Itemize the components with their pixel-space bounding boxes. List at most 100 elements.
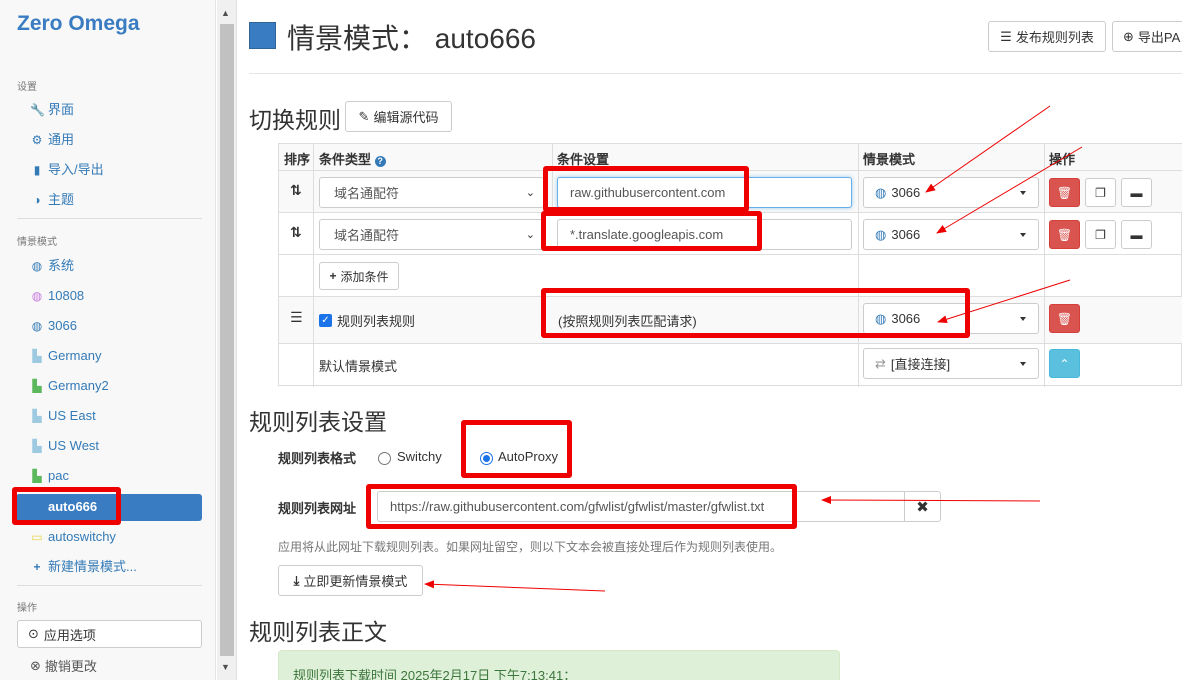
sidebar-item-label: 系统 [48, 258, 75, 273]
sidebar-item-general[interactable]: ⚙ 通用 [30, 128, 74, 152]
rule-list-url-label: 规则列表网址 [278, 501, 357, 516]
floppy-icon: ▮ [33, 163, 41, 177]
caret-down-icon [1020, 191, 1026, 195]
row-line [279, 212, 1182, 213]
sidebar-item-germany2[interactable]: ▙ Germany2 [30, 374, 109, 398]
apply-label: 应用选项 [43, 627, 96, 643]
contrast-icon: ◑ [33, 193, 41, 207]
sidebar-item-auto666[interactable]: ☰ auto666 [30, 495, 98, 519]
add-condition-button[interactable]: + 添加条件 [319, 262, 399, 290]
scroll-down-icon[interactable]: ▼ [221, 662, 230, 672]
file-icon: ▙ [32, 349, 42, 363]
profile-dropdown[interactable]: ◍ 3066 [863, 219, 1039, 250]
input-value: *.translate.googleapis.com [570, 227, 724, 242]
scroll-up-icon[interactable]: ▲ [221, 8, 230, 18]
dropdown-value: 3066 [891, 227, 921, 242]
new-profile-link[interactable]: + 新建情景模式... [30, 555, 137, 579]
rule-list-url-input[interactable]: https://raw.githubusercontent.com/gfwlis… [377, 491, 905, 522]
download-time-text: 规则列表下载时间 2025年2月17日 下午7:13:41： [293, 668, 577, 680]
format-radio-autoproxy[interactable] [480, 452, 493, 465]
exchange-icon: ⇄ [875, 355, 886, 371]
default-profile-label: 默认情景模式 [319, 359, 398, 374]
row-line [279, 296, 1182, 297]
sidebar-item-pac[interactable]: ▙ pac [30, 464, 69, 488]
sidebar-item-label: auto666 [48, 499, 98, 514]
help-icon[interactable]: ? [374, 156, 386, 167]
apply-options-button[interactable]: ⊙ 应用选项 [17, 620, 202, 648]
profile-color-swatch[interactable] [249, 22, 276, 49]
sidebar-item-label: 界面 [48, 102, 75, 117]
sort-handle-icon[interactable]: ⇅ [290, 224, 302, 241]
sidebar-item-label: US West [48, 438, 100, 453]
delete-rule-button[interactable]: 🗑 [1049, 178, 1080, 207]
sidebar-item-theme[interactable]: ◑ 主题 [30, 188, 74, 212]
clear-url-button[interactable]: ✖ [904, 491, 941, 522]
collapse-button[interactable]: ⌃ [1049, 349, 1080, 378]
dropdown-value: 3066 [891, 185, 921, 200]
sidebar-item-10808[interactable]: ◍ 10808 [30, 284, 84, 308]
condition-type-select[interactable]: 域名通配符 ⌄ [319, 219, 544, 250]
divider [249, 73, 1182, 74]
sidebar-item-label: 新建情景模式... [48, 559, 137, 574]
col-label: 条件类型 [319, 152, 372, 167]
sort-handle-icon[interactable]: ⇅ [290, 182, 302, 199]
file-icon: ▙ [32, 469, 42, 483]
profile-dropdown[interactable]: ◍ 3066 [863, 177, 1039, 208]
col-line [552, 144, 553, 213]
chevron-down-icon: ⌄ [525, 229, 535, 241]
clone-rule-button[interactable]: ❐ [1085, 220, 1116, 249]
update-now-button[interactable]: ⤓ 立即更新情景模式 [278, 565, 423, 596]
update-label: 立即更新情景模式 [303, 574, 408, 589]
default-profile-dropdown[interactable]: ⇄ [直接连接] [863, 348, 1039, 379]
sidebar-item-autoswitchy[interactable]: ▭ autoswitchy [30, 525, 116, 549]
sidebar-item-germany[interactable]: ▙ Germany [30, 344, 101, 368]
condition-type-select[interactable]: 域名通配符 ⌄ [319, 177, 544, 208]
export-pac-button[interactable]: ⊕ 导出PA [1112, 21, 1182, 52]
sidebar-item-label: pac [48, 468, 69, 483]
copy-icon: ❐ [1095, 227, 1106, 242]
sidebar-item-us-west[interactable]: ▙ US West [30, 434, 99, 458]
rule-list-checkbox[interactable]: ✓ [319, 314, 332, 327]
globe-icon: ◍ [875, 226, 887, 242]
edit-source-button[interactable]: ✎ 编辑源代码 [345, 101, 452, 132]
delete-rule-button[interactable]: 🗑 [1049, 220, 1080, 249]
trash-icon: 🗑 [1056, 185, 1073, 200]
rule-list-profile-dropdown[interactable]: ◍ 3066 [863, 303, 1039, 334]
condition-value-input[interactable]: raw.githubusercontent.com [557, 177, 852, 208]
rule-list-label: 规则列表规则 [337, 314, 416, 329]
sidebar-item-import-export[interactable]: ▮ 导入/导出 [30, 158, 104, 182]
sidebar-item-us-east[interactable]: ▙ US East [30, 404, 96, 428]
scroll-thumb[interactable] [220, 24, 234, 656]
discard-changes-link[interactable]: ⊗ 撤销更改 [30, 656, 97, 675]
dropdown-value: 3066 [891, 311, 921, 326]
sidebar-item-label: Germany2 [48, 378, 109, 393]
sidebar-item-label: 导入/导出 [48, 162, 104, 177]
comment-rule-button[interactable]: ▬ [1121, 220, 1152, 249]
list-icon: ☰ [31, 500, 43, 514]
page-title: 情景模式： auto666 [287, 23, 536, 54]
comment-rule-button[interactable]: ▬ [1121, 178, 1152, 207]
comment-icon: ▬ [1130, 185, 1143, 200]
sidebar-item-label: autoswitchy [48, 529, 116, 544]
caret-down-icon [1020, 317, 1026, 321]
sidebar-item-interface[interactable]: 🔧 界面 [30, 98, 74, 122]
delete-rule-list-button[interactable]: 🗑 [1049, 304, 1080, 333]
dropdown-value: [直接连接] [890, 357, 951, 372]
comment-icon: ▬ [1130, 227, 1143, 242]
format-option-switchy[interactable]: Switchy [397, 449, 442, 464]
publish-rule-list-button[interactable]: ☰ 发布规则列表 [988, 21, 1106, 52]
format-option-autoproxy[interactable]: AutoProxy [498, 449, 558, 464]
export-label: 导出PA [1137, 30, 1181, 45]
file-icon: ▙ [32, 439, 42, 453]
clone-rule-button[interactable]: ❐ [1085, 178, 1116, 207]
condition-value-input[interactable]: *.translate.googleapis.com [557, 219, 852, 250]
annotation-arrow [424, 580, 606, 592]
sidebar-item-3066[interactable]: ◍ 3066 [30, 314, 77, 338]
sidebar-item-system[interactable]: ◍ 系统 [30, 254, 74, 278]
rule-list-desc: (按照规则列表匹配请求) [558, 314, 697, 329]
format-radio-switchy[interactable] [378, 452, 391, 465]
sidebar-item-label: US East [48, 408, 96, 423]
scrollbar[interactable]: ▲ ▼ [217, 0, 237, 680]
globe-icon: ◍ [31, 319, 43, 333]
app-brand[interactable]: Zero Omega [17, 12, 140, 36]
